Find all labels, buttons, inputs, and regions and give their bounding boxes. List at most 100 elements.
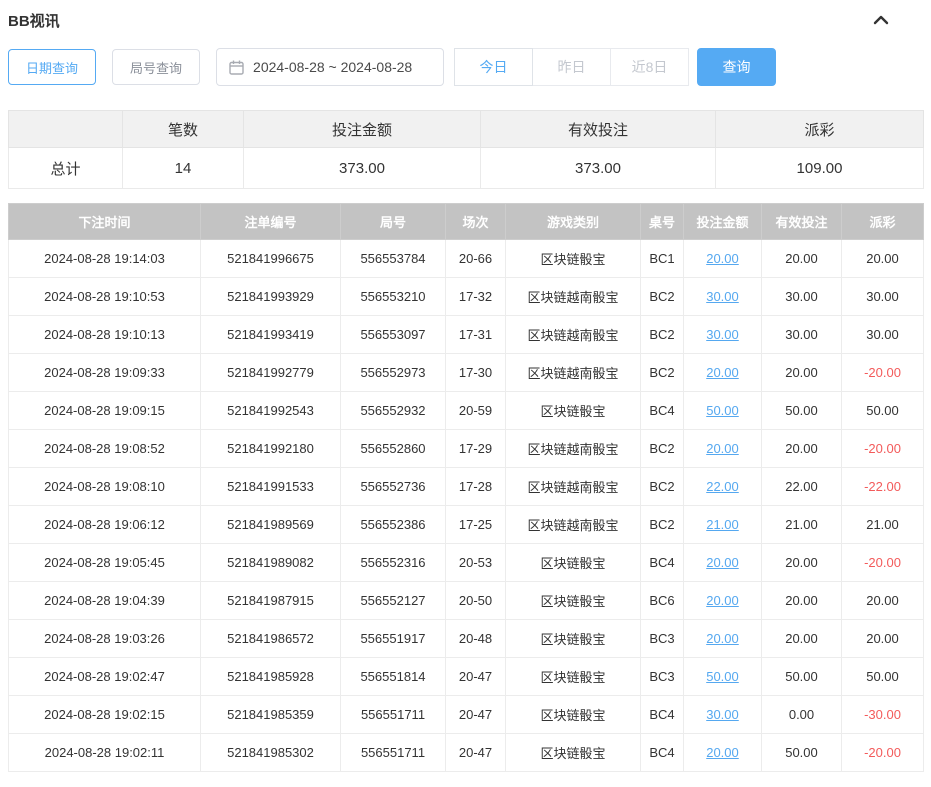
- cell-order-number: 521841989569: [201, 506, 341, 544]
- date-range-input[interactable]: 2024-08-28 ~ 2024-08-28: [216, 48, 444, 86]
- summary-header-payout: 派彩: [716, 111, 924, 148]
- cell-valid-bet: 21.00: [762, 506, 842, 544]
- cell-session: 20-66: [446, 240, 506, 278]
- cell-bet-amount: 50.00: [684, 658, 762, 696]
- table-row: 2024-08-28 19:09:33 521841992779 5565529…: [9, 354, 924, 392]
- search-button[interactable]: 查询: [697, 48, 776, 86]
- cell-bet-amount: 50.00: [684, 392, 762, 430]
- cell-game-type: 区块链骰宝: [506, 544, 641, 582]
- cell-bet-time: 2024-08-28 19:02:15: [9, 696, 201, 734]
- cell-payout: -20.00: [842, 544, 924, 582]
- cell-session: 17-29: [446, 430, 506, 468]
- records-header-row: 下注时间 注单编号 局号 场次 游戏类别 桌号 投注金额 有效投注 派彩: [9, 204, 924, 240]
- cell-round-number: 556552736: [341, 468, 446, 506]
- cell-round-number: 556553097: [341, 316, 446, 354]
- table-row: 2024-08-28 19:02:15 521841985359 5565517…: [9, 696, 924, 734]
- collapse-chevron-icon[interactable]: [873, 15, 889, 25]
- cell-table-number: BC4: [641, 696, 684, 734]
- bet-amount-link[interactable]: 20.00: [706, 631, 739, 646]
- cell-order-number: 521841989082: [201, 544, 341, 582]
- cell-round-number: 556552932: [341, 392, 446, 430]
- cell-valid-bet: 20.00: [762, 354, 842, 392]
- bet-amount-link[interactable]: 20.00: [706, 555, 739, 570]
- cell-bet-time: 2024-08-28 19:08:52: [9, 430, 201, 468]
- cell-bet-amount: 20.00: [684, 354, 762, 392]
- cell-table-number: BC2: [641, 278, 684, 316]
- table-row: 2024-08-28 19:10:53 521841993929 5565532…: [9, 278, 924, 316]
- cell-round-number: 556553210: [341, 278, 446, 316]
- bet-amount-link[interactable]: 20.00: [706, 251, 739, 266]
- cell-session: 20-47: [446, 658, 506, 696]
- bet-amount-link[interactable]: 50.00: [706, 669, 739, 684]
- bet-amount-link[interactable]: 30.00: [706, 289, 739, 304]
- records-header-game: 游戏类别: [506, 204, 641, 240]
- cell-game-type: 区块链骰宝: [506, 620, 641, 658]
- yesterday-button[interactable]: 昨日: [532, 48, 611, 86]
- records-header-round: 局号: [341, 204, 446, 240]
- cell-bet-time: 2024-08-28 19:02:47: [9, 658, 201, 696]
- table-row: 2024-08-28 19:09:15 521841992543 5565529…: [9, 392, 924, 430]
- table-row: 2024-08-28 19:02:11 521841985302 5565517…: [9, 734, 924, 772]
- bet-amount-link[interactable]: 50.00: [706, 403, 739, 418]
- cell-session: 20-50: [446, 582, 506, 620]
- cell-bet-time: 2024-08-28 19:14:03: [9, 240, 201, 278]
- records-header-payout: 派彩: [842, 204, 924, 240]
- summary-payout-value: 109.00: [716, 148, 924, 189]
- cell-payout: 50.00: [842, 392, 924, 430]
- last8days-button[interactable]: 近8日: [610, 48, 689, 86]
- cell-session: 20-48: [446, 620, 506, 658]
- cell-round-number: 556552316: [341, 544, 446, 582]
- cell-order-number: 521841991533: [201, 468, 341, 506]
- records-header-time: 下注时间: [9, 204, 201, 240]
- bet-amount-link[interactable]: 22.00: [706, 479, 739, 494]
- cell-bet-amount: 22.00: [684, 468, 762, 506]
- cell-valid-bet: 50.00: [762, 734, 842, 772]
- cell-bet-time: 2024-08-28 19:06:12: [9, 506, 201, 544]
- cell-order-number: 521841992180: [201, 430, 341, 468]
- cell-table-number: BC4: [641, 734, 684, 772]
- filter-bar: 日期查询 局号查询 2024-08-28 ~ 2024-08-28 今日 昨日 …: [8, 48, 923, 86]
- cell-session: 17-30: [446, 354, 506, 392]
- cell-valid-bet: 22.00: [762, 468, 842, 506]
- summary-header-valid-bet: 有效投注: [481, 111, 716, 148]
- bet-amount-link[interactable]: 20.00: [706, 441, 739, 456]
- cell-session: 17-32: [446, 278, 506, 316]
- cell-round-number: 556551711: [341, 734, 446, 772]
- bet-amount-link[interactable]: 30.00: [706, 707, 739, 722]
- cell-valid-bet: 20.00: [762, 430, 842, 468]
- cell-payout: 20.00: [842, 582, 924, 620]
- cell-payout: -30.00: [842, 696, 924, 734]
- cell-table-number: BC1: [641, 240, 684, 278]
- cell-game-type: 区块链越南骰宝: [506, 316, 641, 354]
- cell-game-type: 区块链骰宝: [506, 240, 641, 278]
- cell-game-type: 区块链越南骰宝: [506, 354, 641, 392]
- bet-amount-link[interactable]: 30.00: [706, 327, 739, 342]
- table-row: 2024-08-28 19:04:39 521841987915 5565521…: [9, 582, 924, 620]
- today-button[interactable]: 今日: [454, 48, 533, 86]
- cell-session: 20-47: [446, 734, 506, 772]
- date-query-tab[interactable]: 日期查询: [8, 49, 96, 85]
- bet-amount-link[interactable]: 20.00: [706, 593, 739, 608]
- cell-game-type: 区块链越南骰宝: [506, 430, 641, 468]
- cell-game-type: 区块链越南骰宝: [506, 468, 641, 506]
- cell-payout: 21.00: [842, 506, 924, 544]
- bet-amount-link[interactable]: 21.00: [706, 517, 739, 532]
- cell-bet-time: 2024-08-28 19:10:53: [9, 278, 201, 316]
- cell-valid-bet: 30.00: [762, 278, 842, 316]
- cell-valid-bet: 20.00: [762, 544, 842, 582]
- bet-amount-link[interactable]: 20.00: [706, 365, 739, 380]
- bet-amount-link[interactable]: 20.00: [706, 745, 739, 760]
- cell-table-number: BC2: [641, 506, 684, 544]
- cell-bet-time: 2024-08-28 19:05:45: [9, 544, 201, 582]
- cell-round-number: 556551814: [341, 658, 446, 696]
- cell-bet-amount: 21.00: [684, 506, 762, 544]
- cell-payout: 20.00: [842, 240, 924, 278]
- cell-session: 17-31: [446, 316, 506, 354]
- cell-bet-amount: 20.00: [684, 430, 762, 468]
- cell-payout: 20.00: [842, 620, 924, 658]
- quick-date-group: 今日 昨日 近8日: [454, 48, 689, 86]
- page-title: BB视讯: [8, 10, 60, 31]
- cell-payout: -20.00: [842, 354, 924, 392]
- cell-bet-amount: 30.00: [684, 696, 762, 734]
- round-query-tab[interactable]: 局号查询: [112, 49, 200, 85]
